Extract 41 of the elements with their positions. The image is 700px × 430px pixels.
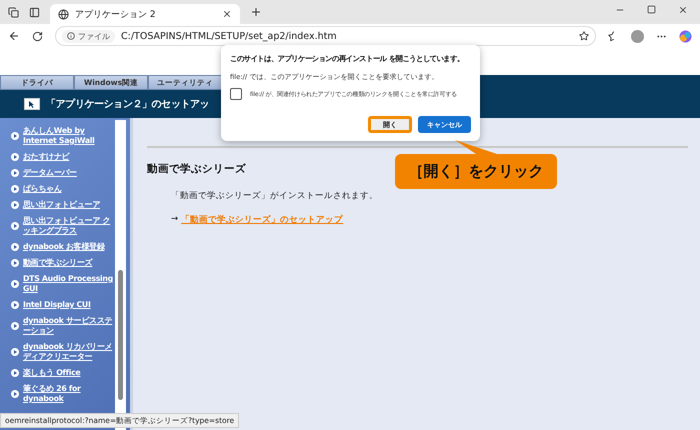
info-icon xyxy=(67,32,75,40)
setup-link[interactable]: 「動画で学ぶシリーズ」のセットアップ xyxy=(181,214,344,226)
play-bullet-icon xyxy=(11,169,19,177)
description-text: 「動画で学ぶシリーズ」がインストールされます。 xyxy=(171,190,379,202)
arrow-text: → xyxy=(171,214,178,226)
section-heading: 動画で学ぶシリーズ xyxy=(147,162,246,176)
scrollbar[interactable] xyxy=(115,120,126,430)
copilot-icon[interactable] xyxy=(679,30,692,42)
refresh-icon[interactable] xyxy=(32,30,43,42)
profile-avatar[interactable] xyxy=(631,30,644,42)
maximize-icon[interactable] xyxy=(647,4,656,14)
play-bullet-icon xyxy=(11,348,19,356)
globe-icon xyxy=(58,8,69,20)
play-bullet-icon xyxy=(11,301,19,309)
tab-title: アプリケーション 2 xyxy=(75,8,157,20)
play-bullet-icon xyxy=(11,201,19,209)
new-tab-icon[interactable] xyxy=(250,6,262,18)
checkbox[interactable] xyxy=(230,88,242,100)
address-field[interactable]: ファイル C:/TOSAPINS/HTML/SETUP/set_ap2/index.htm xyxy=(55,26,596,46)
site-info-chip[interactable]: ファイル xyxy=(62,30,115,42)
back-icon[interactable] xyxy=(8,30,20,42)
close-icon[interactable] xyxy=(222,9,232,19)
page-title: 「アプリケーション２」のセットアッ xyxy=(46,97,210,111)
cursor-window-icon xyxy=(24,98,40,110)
play-bullet-icon xyxy=(11,322,19,330)
browser-tab[interactable]: アプリケーション 2 xyxy=(50,4,240,24)
scheme-label: ファイル xyxy=(78,30,110,42)
url-text: C:/TOSAPINS/HTML/SETUP/set_ap2/index.htm xyxy=(121,30,338,42)
star-icon[interactable] xyxy=(579,31,589,41)
workspaces-icon[interactable] xyxy=(8,6,19,18)
play-bullet-icon xyxy=(11,369,19,377)
play-bullet-icon xyxy=(11,243,19,251)
play-bullet-icon xyxy=(11,153,19,161)
play-bullet-icon xyxy=(11,132,19,140)
play-bullet-icon xyxy=(11,222,19,230)
play-bullet-icon xyxy=(11,280,19,288)
play-bullet-icon xyxy=(11,185,19,193)
tab-actions-icon[interactable] xyxy=(29,6,40,18)
close-icon[interactable] xyxy=(678,4,688,14)
play-bullet-icon xyxy=(11,390,19,398)
play-bullet-icon xyxy=(11,259,19,267)
